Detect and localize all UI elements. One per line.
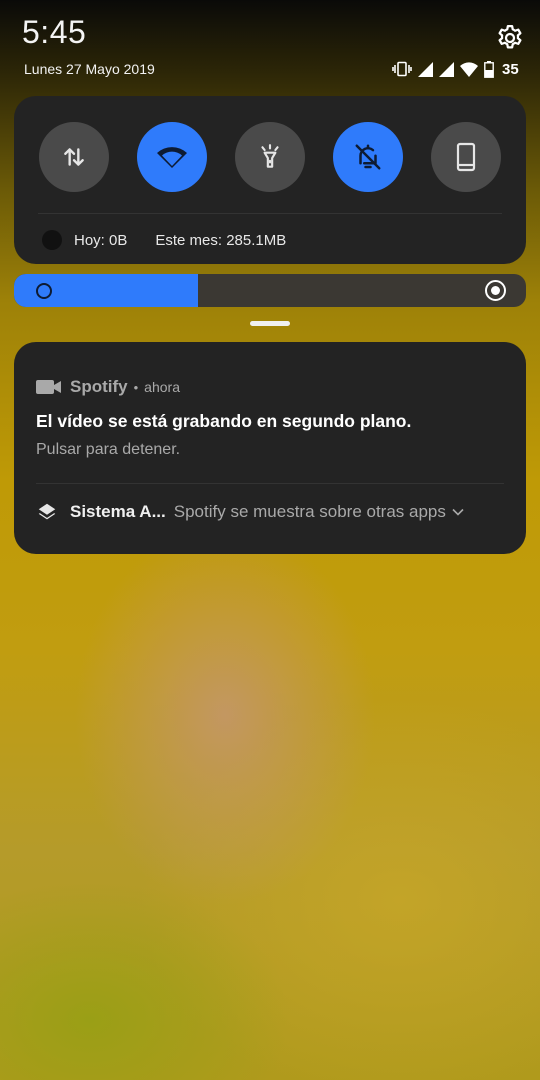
brightness-knob-icon[interactable] [36, 283, 52, 299]
clock-time: 5:45 [22, 14, 87, 50]
layers-icon [38, 503, 56, 520]
wifi-icon [157, 147, 187, 168]
flashlight-icon [261, 144, 279, 168]
notification-text: Pulsar para detener. [36, 441, 181, 458]
data-usage-row[interactable]: Hoy: 0B Este mes: 285.1MB [42, 228, 286, 252]
usage-today: Hoy: 0B [74, 231, 128, 249]
tile-screen[interactable] [431, 122, 501, 192]
tile-mobile-data[interactable] [39, 122, 109, 192]
header-separator: • [133, 379, 139, 395]
battery-icon [484, 60, 494, 78]
battery-level: 35 [502, 60, 519, 78]
usage-month: Este mes: 285.1MB [155, 231, 287, 249]
notification-card[interactable]: Spotify • ahora El vídeo se está graband… [14, 342, 526, 554]
data-usage-icon [42, 230, 62, 250]
wifi-icon [460, 61, 478, 77]
signal-icon [439, 61, 454, 77]
notification-header: Spotify • ahora [36, 377, 180, 397]
brightness-slider[interactable] [14, 274, 526, 307]
bell-off-icon [355, 144, 381, 170]
system-notification-text: Spotify se muestra sobre otras apps [173, 502, 446, 521]
tile-flashlight[interactable] [235, 122, 305, 192]
notification-time: ahora [144, 379, 180, 395]
phone-icon [456, 142, 476, 172]
data-transfer-icon [64, 148, 84, 166]
notification-app-name: Spotify [70, 377, 128, 396]
tile-wifi[interactable] [137, 122, 207, 192]
signal-icon [418, 61, 433, 77]
quick-settings-panel: Hoy: 0B Este mes: 285.1MB [14, 96, 526, 264]
notification-title: El vídeo se está grabando en segundo pla… [36, 411, 412, 431]
auto-brightness-icon[interactable] [485, 280, 506, 301]
date-label: Lunes 27 Mayo 2019 [24, 61, 155, 77]
chevron-down-icon[interactable] [452, 508, 464, 516]
notification-divider [36, 483, 504, 484]
drag-handle[interactable] [250, 321, 290, 326]
video-camera-icon [36, 380, 61, 394]
settings-gear-icon[interactable] [495, 23, 525, 53]
status-icons: 35 [392, 59, 519, 79]
vibrate-icon [392, 61, 412, 77]
system-notification-row[interactable]: Sistema A... Spotify se muestra sobre ot… [36, 500, 504, 524]
quick-settings-divider [38, 213, 502, 214]
tile-do-not-disturb[interactable] [333, 122, 403, 192]
system-notification-app-name: Sistema A... [70, 502, 166, 521]
